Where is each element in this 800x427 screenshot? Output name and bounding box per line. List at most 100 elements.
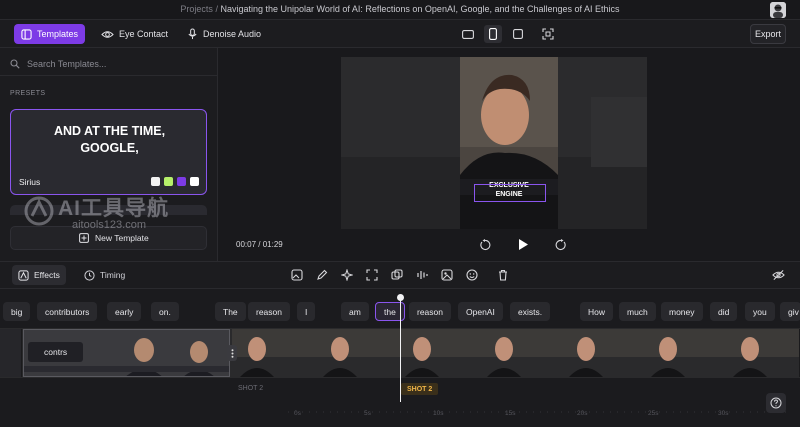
transcript-word[interactable]: reason	[409, 302, 451, 321]
total-time: 01:29	[262, 240, 283, 249]
smiley-icon	[466, 269, 478, 281]
effects-icon	[18, 269, 29, 281]
trash-icon	[499, 269, 507, 281]
current-time: 00:07	[236, 240, 257, 249]
time-readout: 00:07 / 01:29	[236, 240, 283, 249]
eye-off-icon	[771, 269, 785, 281]
pencil-icon	[317, 269, 328, 280]
ruler-tick: 30s	[718, 410, 729, 417]
color-swatch-1	[151, 177, 160, 186]
preset-card-sirius[interactable]: AND AT THE TIME, GOOGLE, Sirius	[10, 109, 207, 195]
transcript-word[interactable]: on.	[151, 302, 179, 321]
shot-label: SHOT 2	[238, 385, 264, 392]
color-swatch-3	[177, 177, 186, 186]
portrait-ratio-button[interactable]	[484, 25, 502, 43]
ruler-tick: 0s	[294, 410, 301, 417]
tab-timing[interactable]: Timing	[78, 265, 131, 285]
fit-frame-button[interactable]	[539, 25, 557, 43]
square-ratio-button[interactable]	[509, 25, 527, 43]
playhead-handle[interactable]	[397, 294, 404, 301]
transcript-word[interactable]: money	[661, 302, 703, 321]
transcript-word[interactable]: exists.	[510, 302, 551, 321]
preset-preview-line2: GOOGLE,	[80, 141, 139, 155]
delete-button[interactable]	[495, 267, 511, 283]
transcript-word[interactable]: much	[619, 302, 656, 321]
new-template-label: New Template	[95, 233, 149, 243]
overlay-button[interactable]	[389, 267, 405, 283]
templates-button[interactable]: Templates	[14, 24, 86, 44]
video-frame[interactable]	[460, 57, 558, 229]
transcript-word[interactable]: reason	[248, 302, 290, 321]
clip-thumbnail[interactable]	[0, 329, 22, 377]
avatar[interactable]	[770, 2, 786, 18]
preset-preview-text: AND AT THE TIME, GOOGLE,	[11, 123, 208, 157]
playhead[interactable]	[400, 296, 401, 402]
clip-caption-label[interactable]: contrs	[28, 342, 84, 362]
landscape-ratio-button[interactable]	[459, 25, 477, 43]
watermark-logo-icon	[24, 196, 54, 226]
clip-thumbnail[interactable]	[232, 329, 800, 377]
preset-name: Sirius	[19, 177, 41, 187]
add-media-button[interactable]	[289, 267, 305, 283]
portrait-ratio-icon	[489, 28, 497, 40]
hide-captions-button[interactable]	[770, 267, 786, 283]
breadcrumb-separator: /	[215, 4, 218, 14]
tab-effects[interactable]: Effects	[12, 265, 66, 285]
export-button[interactable]: Export	[750, 24, 786, 44]
square-ratio-icon	[513, 29, 523, 39]
transcript-word[interactable]: I	[297, 302, 316, 321]
eye-contact-label: Eye Contact	[119, 29, 169, 39]
search-templates-input[interactable]: Search Templates...	[0, 52, 218, 76]
eye-contact-button[interactable]: Eye Contact	[94, 24, 175, 44]
search-icon	[10, 58, 20, 69]
clock-icon	[84, 269, 95, 281]
new-template-icon	[79, 233, 89, 243]
ruler-tick: 15s	[505, 410, 516, 417]
broll-button[interactable]	[439, 267, 455, 283]
denoise-audio-button[interactable]: Denoise Audio	[180, 24, 268, 44]
transcript-word[interactable]: OpenAI	[458, 302, 503, 321]
transcript-word[interactable]: How	[580, 302, 614, 321]
help-button[interactable]	[766, 393, 786, 413]
ruler-tick: 10s	[433, 410, 444, 417]
caption-selection-box[interactable]	[474, 184, 546, 202]
watermark-url: aitools123.com	[72, 219, 146, 231]
ruler-tick: 5s	[364, 410, 371, 417]
rewind-button[interactable]	[479, 239, 491, 251]
avatar-image	[770, 2, 786, 18]
resize-button[interactable]	[364, 267, 380, 283]
effects-label: Effects	[34, 270, 60, 280]
breadcrumb-projects-link[interactable]: Projects	[180, 4, 213, 14]
transcript-word[interactable]: giv	[780, 302, 800, 321]
magic-button[interactable]	[339, 267, 355, 283]
expand-icon	[366, 269, 378, 281]
add-image-icon	[291, 269, 303, 281]
transcript-word[interactable]: big	[3, 302, 31, 321]
speaker-frame-image	[460, 57, 558, 229]
templates-icon	[21, 28, 32, 40]
preset-preview-line1: AND AT THE TIME,	[53, 124, 166, 138]
shot-label-current[interactable]: SHOT 2	[401, 383, 439, 395]
emoji-button[interactable]	[464, 267, 480, 283]
color-swatch-4	[190, 177, 199, 186]
clip-frames-image	[232, 329, 799, 377]
transcript-word[interactable]: contributors	[37, 302, 98, 321]
focus-frame-icon	[542, 28, 554, 40]
transcript-word[interactable]: did	[710, 302, 738, 321]
help-icon	[770, 397, 782, 409]
transcript-word[interactable]: early	[107, 302, 142, 321]
transcript-word[interactable]: you	[745, 302, 775, 321]
presets-heading: PRESETS	[10, 90, 46, 97]
transcript-word[interactable]: am	[341, 302, 369, 321]
transcript-word[interactable]: The	[215, 302, 246, 321]
clip-drag-handle[interactable]	[227, 345, 237, 361]
timing-label: Timing	[100, 270, 126, 280]
denoise-audio-label: Denoise Audio	[203, 29, 262, 39]
watermark-title: AI工具导航	[58, 197, 169, 220]
edit-text-button[interactable]	[314, 267, 330, 283]
forward-button[interactable]	[555, 239, 567, 251]
project-title[interactable]: Navigating the Unipolar World of AI: Ref…	[220, 4, 619, 14]
audio-button[interactable]	[414, 267, 430, 283]
microphone-icon	[188, 28, 197, 40]
play-button[interactable]	[517, 238, 529, 251]
